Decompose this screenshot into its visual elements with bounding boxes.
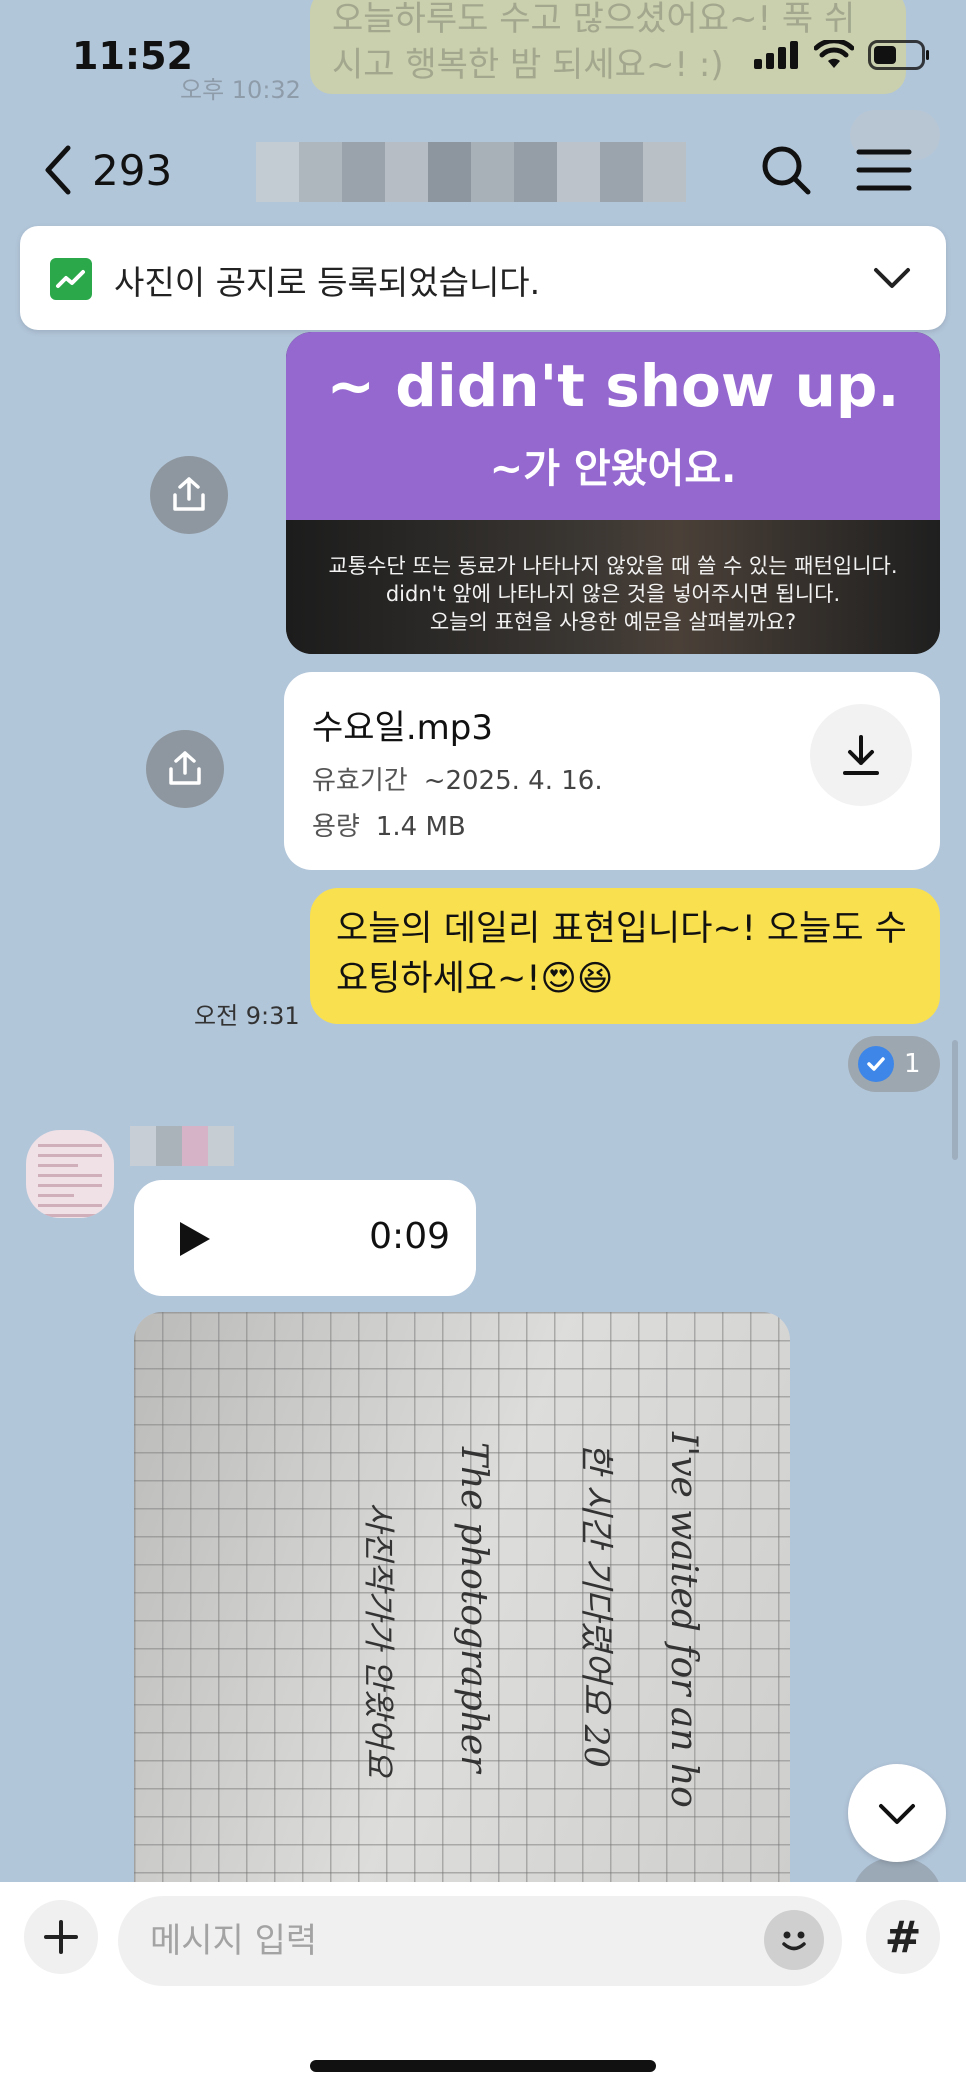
voice-message[interactable]: 0:09	[134, 1180, 476, 1296]
status-icons	[754, 40, 930, 70]
handwriting-line: The photographer	[453, 1442, 494, 1773]
scrollbar[interactable]	[952, 1040, 958, 1160]
notice-text: 사진이 공지로 등록되었습니다.	[114, 263, 541, 302]
download-icon	[843, 735, 879, 775]
handwriting-photo[interactable]: I've waited for an ho 한 시간 기다렸어요 20 The …	[134, 1312, 790, 1912]
check-icon	[858, 1046, 894, 1082]
battery-icon	[868, 40, 929, 70]
read-count: 1	[904, 1049, 921, 1079]
notice-banner[interactable]: 사진이 공지로 등록되었습니다.	[20, 226, 946, 330]
file-expiry: 유효기간 ~2025. 4. 16.	[312, 760, 603, 797]
file-expiry-value: ~2025. 4. 16.	[423, 766, 603, 796]
handwriting-line: 한 시간 기다렸어요 20	[576, 1442, 616, 1768]
file-size-label: 용량	[312, 812, 360, 842]
file-size: 용량 1.4 MB	[312, 806, 466, 843]
status-time: 11:52	[72, 34, 193, 78]
share-image-button[interactable]	[150, 456, 228, 534]
download-button[interactable]	[810, 704, 912, 806]
emoticon-button[interactable]	[764, 1910, 824, 1970]
back-icon[interactable]	[38, 140, 78, 200]
lesson-title: ~ didn't show up.	[326, 352, 900, 420]
attach-button[interactable]	[24, 1900, 98, 1974]
smile-icon	[782, 1931, 806, 1951]
share-file-button[interactable]	[146, 730, 224, 808]
file-size-value: 1.4 MB	[375, 812, 466, 842]
hashtag-button[interactable]: #	[866, 1900, 940, 1974]
file-name: 수요일.mp3	[312, 708, 493, 748]
share-icon	[169, 751, 201, 785]
home-indicator	[310, 2060, 656, 2072]
search-icon[interactable]	[756, 140, 816, 200]
file-expiry-label: 유효기간	[312, 766, 408, 796]
lesson-line: didn't 앞에 나타나지 않은 것을 넣어주시면 됩니다.	[385, 582, 841, 606]
wifi-icon	[814, 40, 854, 68]
lesson-image[interactable]: ~ didn't show up. ~가 안왔어요. 교통수단 또는 동료가 나…	[286, 332, 940, 654]
photo-notice-icon	[50, 258, 92, 300]
lesson-description: 교통수단 또는 동료가 나타나지 않았을 때 쓸 수 있는 패턴입니다. did…	[286, 520, 940, 654]
plus-icon	[44, 1920, 78, 1954]
share-icon	[173, 477, 205, 511]
sender-name-blurred	[130, 1126, 234, 1166]
handwriting-line: 사진작가가 안왔어요	[360, 1502, 398, 1778]
lesson-subtitle: ~가 안왔어요.	[489, 446, 737, 492]
message-input[interactable]	[118, 1896, 842, 1986]
composer-bar: #	[0, 1882, 966, 2092]
scroll-to-bottom-button[interactable]	[848, 1764, 946, 1862]
message-time: 오전 9:31	[194, 1002, 300, 1030]
menu-icon[interactable]	[856, 146, 912, 194]
play-icon[interactable]	[174, 1218, 214, 1260]
room-name-blurred	[256, 142, 686, 202]
handwriting-line: I've waited for an ho	[663, 1432, 704, 1808]
file-attachment[interactable]: 수요일.mp3 유효기간 ~2025. 4. 16. 용량 1.4 MB	[284, 672, 940, 870]
chevron-down-icon	[879, 1804, 915, 1824]
avatar[interactable]	[26, 1130, 114, 1218]
lesson-line: 교통수단 또는 동료가 나타나지 않았을 때 쓸 수 있는 패턴입니다.	[328, 554, 898, 578]
voice-duration: 0:09	[369, 1216, 450, 1257]
signal-icon	[754, 41, 798, 69]
read-count-badge[interactable]: 1	[848, 1036, 940, 1092]
sent-message-bubble[interactable]: 오늘의 데일리 표현입니다~! 오늘도 수요팅하세요~!😍😆	[310, 888, 940, 1024]
lesson-line: 오늘의 표현을 사용한 예문을 살펴볼까요?	[429, 610, 797, 634]
background-message-time: 오후 10:32	[180, 76, 301, 104]
lesson-header: ~ didn't show up. ~가 안왔어요.	[286, 332, 940, 520]
member-count: 293	[92, 146, 173, 195]
chevron-down-icon[interactable]	[872, 260, 912, 296]
